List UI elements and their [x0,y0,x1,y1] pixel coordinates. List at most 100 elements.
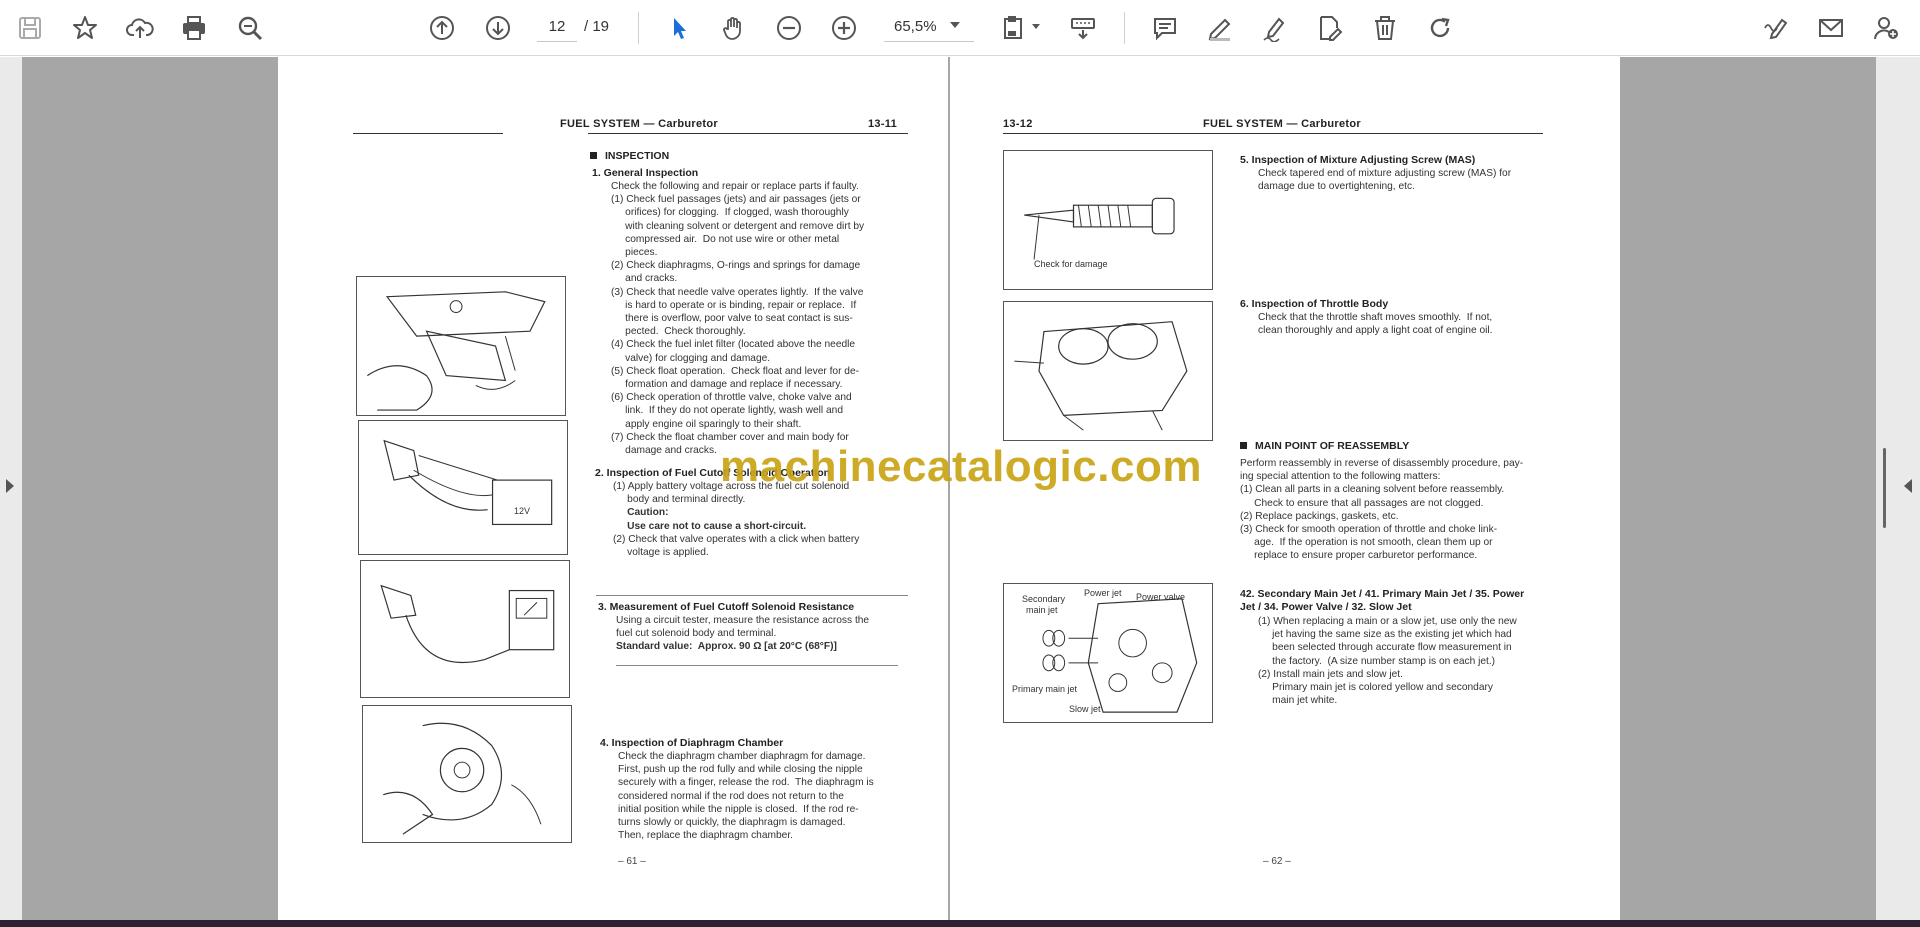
text-line: Then, replace the diaphragm chamber. [618,830,793,842]
text-line: Use care not to cause a short-circuit. [613,520,807,532]
left-page-header-title: FUEL SYSTEM — Carburetor [560,118,718,130]
select-arrow-icon[interactable] [661,10,697,46]
text-line: and cracks. [611,273,678,285]
right-panel-expand-icon[interactable] [1904,479,1912,493]
bookmark-star-icon[interactable] [67,10,103,46]
section-reassembly-title: MAIN POINT OF REASSEMBLY [1240,440,1409,452]
text-line: Primary main jet is colored yellow and s… [1258,682,1493,694]
text-line: Caution: [613,507,669,519]
jet-section-body: (1) When replacing a main or a slow jet,… [1258,615,1548,707]
jet-section-title-2: Jet / 34. Power Valve / 32. Slow Jet [1240,601,1412,613]
item4-body: Check the diaphragm chamber diaphragm fo… [618,750,918,842]
fig-main-jet-label: main jet [1026,605,1058,615]
text-line: (6) Check operation of throttle valve, c… [611,392,852,404]
header-rule-left [353,133,503,134]
zoom-level-select[interactable]: 65,5% [884,12,974,42]
print-icon[interactable] [176,10,212,46]
figure-carburetor-float [356,276,566,416]
text-line: pected. Check thoroughly. [611,326,746,338]
text-line: (1) Check fuel passages (jets) and air p… [611,194,861,206]
fig-slow-jet-label: Slow jet [1069,704,1101,714]
page-number-input[interactable] [537,12,577,42]
divider [616,665,898,666]
text-line: Check tapered end of mixture adjusting s… [1258,168,1512,179]
figure-jets: Secondary main jet Power jet Power valve… [1003,583,1213,723]
item5-body: Check tapered end of mixture adjusting s… [1258,167,1548,193]
text-line: replace to ensure proper carburetor perf… [1240,550,1478,562]
page-fit-icon[interactable] [996,10,1032,46]
text-line: (5) Check float operation. Check float a… [611,365,860,377]
text-line: apply engine oil sparingly to their shaf… [611,418,802,430]
text-line: fuel cut solenoid body and terminal. [616,628,777,640]
text-line: (2) Check diaphragms, O-rings and spring… [611,260,861,272]
keyboard-icon[interactable] [1065,10,1101,46]
fig-power-valve-label: Power valve [1136,592,1186,602]
comment-icon[interactable] [1147,10,1183,46]
item4-title: 4. Inspection of Diaphragm Chamber [600,737,784,749]
text-line: initial position while the nipple is clo… [618,803,859,815]
hand-icon[interactable] [716,10,752,46]
scroll-down-icon[interactable] [480,10,516,46]
section-reassembly-label: MAIN POINT OF REASSEMBLY [1255,440,1410,452]
fig-check-damage-label: Check for damage [1034,259,1108,269]
zoom-dropdown-chevron-icon[interactable] [950,22,960,28]
zoom-plus-icon[interactable] [826,10,862,46]
zoom-minus-icon[interactable] [771,10,807,46]
zoom-out-glass-icon[interactable] [232,10,268,46]
reassembly-body: Perform reassembly in reverse of disasse… [1240,457,1550,563]
toolbar-divider [1124,12,1125,44]
section-inspection-label: INSPECTION [605,150,670,162]
toolbar: / 19 65,5% [0,0,1920,56]
signature-icon[interactable] [1257,10,1293,46]
right-page-header-num: 13-12 [1003,118,1033,130]
item1-body: Check the following and repair or replac… [611,180,911,457]
text-line: (1) When replacing a main or a slow jet,… [1258,616,1517,627]
page-total: / 19 [584,18,610,35]
rotate-icon[interactable] [1422,10,1458,46]
text-line: with cleaning solvent or detergent and r… [611,220,865,232]
section-inspection-title: INSPECTION [590,150,669,162]
add-user-icon[interactable] [1868,10,1904,46]
text-line: clean thoroughly and apply a light coat … [1258,325,1493,337]
sign-tool-icon[interactable] [1758,10,1794,46]
left-panel-expand-icon[interactable] [6,479,14,493]
text-line: Check the following and repair or replac… [611,181,859,192]
text-line: Check to ensure that all passages are no… [1240,497,1484,509]
page-fit-chevron-icon[interactable] [1032,24,1040,29]
text-line: considered normal if the rod does not re… [618,790,844,802]
left-page-header-num: 13-11 [868,118,898,130]
figure-solenoid-battery: 12V [358,420,568,555]
pen-icon[interactable] [1202,10,1238,46]
scroll-up-icon[interactable] [424,10,460,46]
text-line: body and terminal directly. [613,494,746,506]
text-line: Check that the throttle shaft moves smoo… [1258,312,1493,323]
text-line: main jet white. [1258,695,1338,707]
upload-cloud-icon[interactable] [122,10,158,46]
text-line: pieces. [611,247,658,259]
text-line: (2) Install main jets and slow jet. [1258,668,1403,680]
left-page-footer: – 61 – [618,856,646,867]
vertical-scrollbar[interactable] [1883,448,1886,528]
text-line: ing special attention to the following m… [1240,471,1441,483]
email-icon[interactable] [1813,10,1849,46]
text-line: (1) Clean all parts in a cleaning solven… [1240,484,1505,496]
right-page-footer: – 62 – [1263,856,1291,867]
text-line: (4) Check the fuel inlet filter (located… [611,339,856,351]
edit-doc-icon[interactable] [1312,10,1348,46]
trash-icon[interactable] [1367,10,1403,46]
save-icon[interactable] [12,10,48,46]
text-line: Perform reassembly in reverse of disasse… [1240,458,1524,469]
text-line: the factory. (A size number stamp is on … [1258,655,1496,667]
divider [596,595,908,596]
text-line: (2) Replace packings, gaskets, etc. [1240,510,1399,522]
zoom-value: 65,5% [894,18,937,35]
text-line: (3) Check that needle valve operates lig… [611,286,864,298]
figure-circuit-tester [360,560,570,698]
jet-section-title-1: 42. Secondary Main Jet / 41. Primary Mai… [1240,588,1525,600]
text-line: voltage is applied. [613,547,709,559]
right-page-header-title: FUEL SYSTEM — Carburetor [1203,118,1361,130]
text-line: Check the diaphragm chamber diaphragm fo… [618,751,866,762]
taskbar-strip [0,920,1920,927]
fig-primary-label: Primary main jet [1012,684,1078,694]
text-line: First, push up the rod fully and while c… [618,764,863,776]
